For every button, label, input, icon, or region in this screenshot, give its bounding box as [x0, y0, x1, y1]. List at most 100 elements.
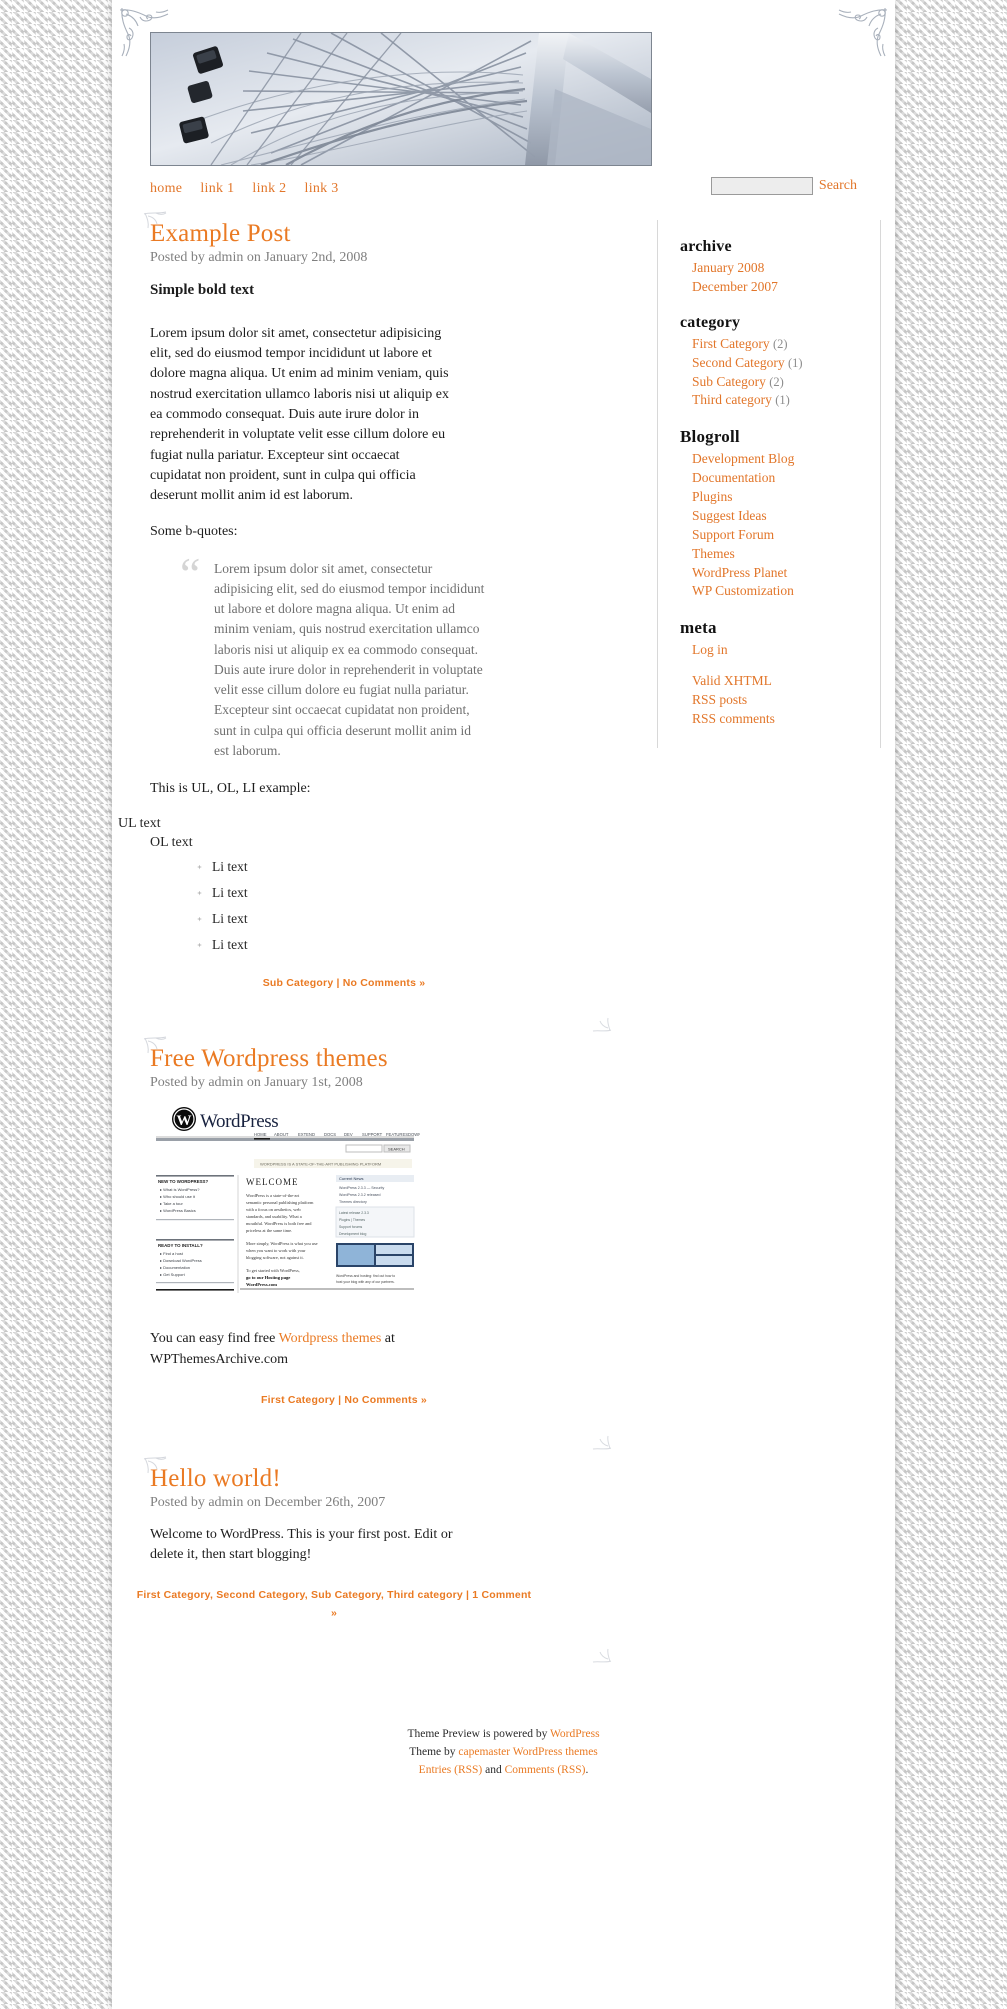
sidebar-category-list: First Category (2) Second Category (1) S… [692, 336, 880, 410]
nav-item-link3[interactable]: link 3 [305, 181, 339, 197]
footer-capemaster-link[interactable]: capemaster [458, 1746, 510, 1758]
leaf-ornament-icon [143, 1036, 167, 1054]
svg-text:priceless at the same time.: priceless at the same time. [246, 1228, 292, 1233]
meta-category-link[interactable]: Second Category [216, 1589, 305, 1601]
post-title[interactable]: Example Post [150, 220, 639, 248]
sidebar-link-rss-comments[interactable]: RSS comments [692, 711, 775, 726]
svg-text:Latest release 2.3.3: Latest release 2.3.3 [339, 1211, 369, 1215]
sidebar-link-support-forum[interactable]: Support Forum [692, 527, 774, 542]
post-free-wordpress-themes: Free Wordpress themes Posted by admin on… [134, 1036, 639, 1450]
sidebar-heading-meta: meta [680, 618, 717, 638]
sidebar-link-december-2007[interactable]: December 2007 [692, 279, 778, 294]
svg-text:go to our Hosting page: go to our Hosting page [246, 1275, 290, 1280]
nav-item-link2[interactable]: link 2 [252, 181, 286, 197]
site-header [112, 0, 895, 166]
svg-text:▸ Take a tour: ▸ Take a tour [160, 1201, 184, 1206]
svg-text:Support forums: Support forums [339, 1225, 362, 1229]
list-item: Plugins [692, 489, 880, 506]
sidebar-meta-list: Log in [692, 642, 880, 659]
svg-text:WordPress 2.3.3 — Security: WordPress 2.3.3 — Security [339, 1186, 384, 1190]
svg-text:semantic personal publishing p: semantic personal publishing platform [246, 1200, 314, 1205]
leaf-ornament-icon [592, 1435, 612, 1450]
nav-item-link1[interactable]: link 1 [200, 181, 234, 197]
sidebar-meta-extra-list: Valid XHTML RSS posts RSS comments [692, 673, 880, 728]
footer-comments-rss-link[interactable]: Comments (RSS) [505, 1764, 586, 1776]
svg-text:DEV: DEV [344, 1132, 353, 1137]
footer-and-text: and [482, 1763, 505, 1776]
nav-links: home link 1 link 2 link 3 [150, 181, 339, 197]
svg-text:WELCOME: WELCOME [246, 1177, 299, 1187]
sidebar-link-development-blog[interactable]: Development Blog [692, 451, 794, 466]
post-paragraph-1: Lorem ipsum dolor sit amet, consectetur … [150, 325, 449, 504]
svg-text:Current News: Current News [339, 1176, 363, 1181]
post-title[interactable]: Hello world! [150, 1465, 639, 1493]
svg-text:Plugins | Themes: Plugins | Themes [339, 1218, 365, 1222]
background-pattern-left [0, 0, 112, 2009]
list-item: Themes [692, 546, 880, 563]
post-bold-line: Simple bold text [150, 282, 255, 298]
wordpress-themes-link[interactable]: Wordpress themes [279, 1331, 382, 1346]
meta-category-link[interactable]: Sub Category [311, 1589, 381, 1601]
sidebar-link-third-category[interactable]: Third category [692, 392, 772, 407]
post-date: Posted by admin on January 2nd, 2008 [150, 250, 368, 265]
post-meta: First Category | No Comments » [261, 1393, 427, 1406]
svg-text:WordPress: WordPress [200, 1111, 278, 1132]
svg-text:▸ Find a host: ▸ Find a host [160, 1251, 184, 1256]
sidebar-link-valid-xhtml[interactable]: Valid XHTML [692, 673, 772, 688]
sidebar-link-plugins[interactable]: Plugins [692, 489, 733, 504]
search-button[interactable]: Search [819, 178, 857, 194]
list-item: Li text [196, 937, 639, 953]
list-item: RSS posts [692, 692, 880, 709]
category-count: (2) [773, 336, 788, 351]
content-column: Example Post Posted by admin on January … [112, 211, 639, 1668]
sidebar-link-january-2008[interactable]: January 2008 [692, 260, 764, 275]
sidebar-link-wp-customization[interactable]: WP Customization [692, 583, 794, 598]
svg-text:when you want to work with you: when you want to work with your [246, 1248, 306, 1253]
footer-line-2: Theme by capemaster WordPress themes [112, 1744, 895, 1762]
sidebar-link-rss-posts[interactable]: RSS posts [692, 692, 747, 707]
list-item: Li text [196, 911, 639, 927]
post-title[interactable]: Free Wordpress themes [150, 1045, 639, 1073]
svg-text:▸ What is WordPress?: ▸ What is WordPress? [160, 1187, 200, 1192]
post-text-prefix: You can easy find free [150, 1331, 279, 1347]
meta-category-link[interactable]: First Category [137, 1589, 210, 1601]
meta-category-link[interactable]: Sub Category [263, 977, 334, 989]
main-columns: Example Post Posted by admin on January … [112, 202, 895, 1668]
sidebar-link-suggest-ideas[interactable]: Suggest Ideas [692, 508, 767, 523]
leaf-ornament-icon [143, 1456, 167, 1473]
sidebar-link-themes[interactable]: Themes [692, 546, 735, 561]
list-item: Li text [196, 859, 639, 875]
sidebar-link-sub-category[interactable]: Sub Category [692, 374, 766, 389]
list-item: Second Category (1) [692, 355, 880, 372]
sidebar-link-wordpress-planet[interactable]: WordPress Planet [692, 565, 787, 580]
footer-wordpress-themes-link[interactable]: WordPress themes [513, 1746, 598, 1758]
search-form: Search [710, 177, 857, 195]
svg-text:DOCS: DOCS [324, 1132, 336, 1137]
sidebar-link-log-in[interactable]: Log in [692, 642, 728, 657]
svg-text:WordPress and hosting: find ou: WordPress and hosting: find out how to [336, 1274, 395, 1278]
svg-text:READY TO INSTALL?: READY TO INSTALL? [158, 1243, 203, 1248]
footer-entries-rss-link[interactable]: Entries (RSS) [419, 1764, 483, 1776]
list-item: Li text [196, 885, 639, 901]
svg-text:FEATURES: FEATURES [386, 1132, 408, 1137]
sidebar-link-documentation[interactable]: Documentation [692, 470, 775, 485]
meta-comments-link[interactable]: No Comments » [343, 977, 426, 989]
meta-category-link[interactable]: Third category [387, 1589, 463, 1601]
post-example-post: Example Post Posted by admin on January … [118, 211, 639, 1032]
ul-text: UL text [118, 815, 161, 831]
meta-comments-link[interactable]: No Comments » [344, 1394, 427, 1406]
footer-wordpress-link[interactable]: WordPress [550, 1728, 600, 1740]
svg-text:W: W [177, 1113, 192, 1129]
search-input[interactable] [710, 177, 813, 195]
sidebar-link-first-category[interactable]: First Category [692, 336, 770, 351]
list-item: Log in [692, 642, 880, 659]
post-meta: Sub Category | No Comments » [262, 976, 426, 989]
sidebar-link-second-category[interactable]: Second Category [692, 355, 785, 370]
sidebar-archive-list: January 2008 December 2007 [692, 260, 880, 296]
post-meta: First Category, Second Category, Sub Cat… [136, 1589, 532, 1620]
post-divider [134, 1641, 639, 1663]
nav-item-home[interactable]: home [150, 181, 182, 197]
list-item: January 2008 [692, 260, 880, 277]
list-item: December 2007 [692, 279, 880, 296]
meta-category-link[interactable]: First Category [261, 1394, 335, 1406]
